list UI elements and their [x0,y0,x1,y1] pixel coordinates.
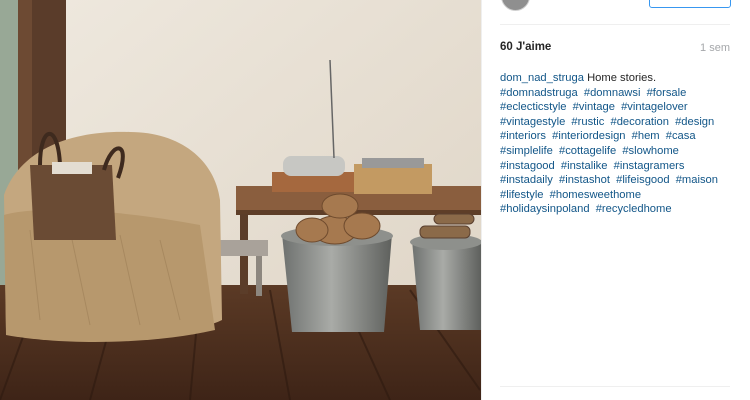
hashtag-link[interactable]: #maison [676,174,718,186]
hashtag-link[interactable]: #design [675,116,714,128]
divider [500,386,730,387]
caption-text: Home stories. [587,72,657,84]
hashtag-link[interactable]: #vintagestyle [500,116,565,128]
hashtag-link[interactable]: #instadaily [500,174,553,186]
hashtag-link[interactable]: #holidaysinpoland [500,203,590,215]
hashtag-link[interactable]: #casa [666,130,696,142]
post-time[interactable]: 1 sem [700,42,730,54]
hashtag-link[interactable]: #lifeisgood [616,174,670,186]
hashtag-link[interactable]: #eclecticstyle [500,101,567,113]
hashtag-link[interactable]: #instalike [561,160,608,172]
hashtag-link[interactable]: #instashot [559,174,610,186]
hashtag-link[interactable]: #simplelife [500,145,553,157]
post-photo[interactable] [0,0,481,400]
follow-button[interactable] [649,0,731,8]
avatar[interactable] [501,0,530,11]
likes-count[interactable]: 60 J'aime [500,41,551,53]
hashtag-link[interactable]: #instagood [500,160,555,172]
hashtag-link[interactable]: #slowhome [622,145,679,157]
hashtag-link[interactable]: #rustic [571,116,604,128]
hashtag-link[interactable]: #hem [632,130,660,142]
caption: dom_nad_struga Home stories. #domnadstru… [500,71,732,217]
hashtag-link[interactable]: #domnadstruga [500,87,578,99]
hashtag-link[interactable]: #lifestyle [500,189,544,201]
divider [500,24,730,25]
caption-username[interactable]: dom_nad_struga [500,72,584,84]
hashtag-link[interactable]: #domnawsi [584,87,641,99]
hashtag-link[interactable]: #forsale [647,87,687,99]
hashtag-link[interactable]: #instagramers [614,160,685,172]
hashtag-link[interactable]: #recycledhome [596,203,672,215]
hashtag-link[interactable]: #vintage [573,101,615,113]
hashtag-list: #domnadstruga #domnawsi #forsale #eclect… [500,87,721,216]
hashtag-link[interactable]: #homesweethome [550,189,641,201]
hashtag-link[interactable]: #interiordesign [552,130,625,142]
photo-image [0,0,481,400]
hashtag-link[interactable]: #interiors [500,130,546,142]
hashtag-link[interactable]: #decoration [610,116,668,128]
post-details-panel: 60 J'aime 1 sem dom_nad_struga Home stor… [481,0,750,400]
hashtag-link[interactable]: #vintagelover [621,101,688,113]
hashtag-link[interactable]: #cottagelife [559,145,616,157]
